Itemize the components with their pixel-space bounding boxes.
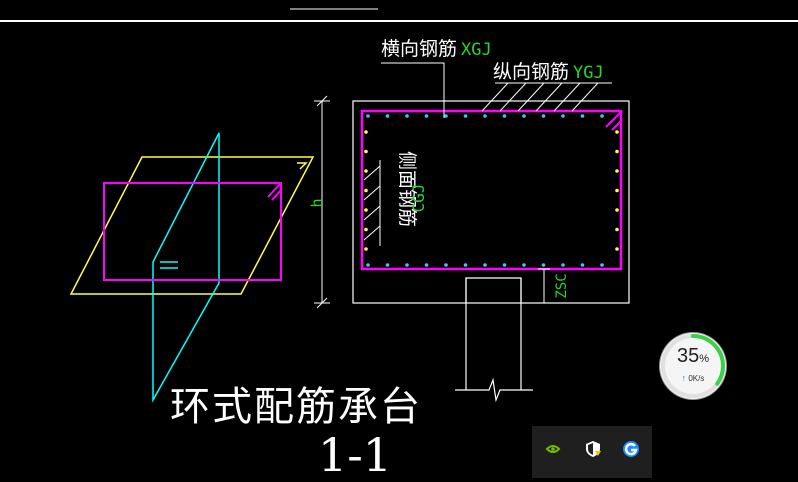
rebar-dot-bottom xyxy=(522,263,526,267)
rebar-dot-top xyxy=(366,114,370,118)
longitudinal-rebar-label: 纵向钢筋 YGJ xyxy=(493,61,604,83)
rebar-dot-right xyxy=(615,169,619,173)
rebar-dot-bottom xyxy=(463,263,468,267)
performance-widget[interactable]: 35% ↑ 0K/s xyxy=(660,333,726,399)
yellow-plane xyxy=(69,156,315,295)
upload-arrow-icon: ↑ xyxy=(681,373,687,383)
leader-longitudinal-ticks xyxy=(481,82,599,112)
isometric-sketch xyxy=(69,132,315,403)
rebar-dot-top xyxy=(483,114,487,118)
rebar-dot-left xyxy=(364,208,368,212)
rebar-dot-right xyxy=(615,247,619,251)
side-rebar-code: CGJ xyxy=(409,184,428,213)
rebar-dot-left xyxy=(364,169,368,173)
rebar-dot-top xyxy=(502,114,507,118)
rebar-dot-bottom xyxy=(561,263,565,267)
rebar-dot-top xyxy=(385,114,390,118)
security-shield-icon[interactable] xyxy=(580,436,606,462)
rebar-dot-bottom xyxy=(366,263,370,267)
rebar-dot-top xyxy=(405,114,409,118)
concrete-outline xyxy=(352,100,630,304)
rebar-dot-bottom xyxy=(580,263,585,267)
section-title: 1-1 xyxy=(318,428,393,482)
rebar-dot-top xyxy=(600,114,604,118)
rebar-dot-top xyxy=(522,114,526,118)
browser-icon[interactable] xyxy=(618,436,644,462)
rebar-dot-right xyxy=(615,188,619,193)
rebar-dot-bottom xyxy=(424,263,429,267)
cover-label: ZSC xyxy=(554,273,570,298)
rebar-dot-top xyxy=(580,114,585,118)
drawing-title: 环式配筋承台 xyxy=(170,384,422,430)
cyan-plane xyxy=(152,132,220,403)
height-label: h xyxy=(308,198,326,207)
rebar-dot-bottom xyxy=(385,263,390,267)
rebar-dot-left xyxy=(364,247,368,251)
network-rate: ↑ 0K/s xyxy=(681,373,705,383)
rebar-dot-bottom xyxy=(541,263,546,267)
rebar-dot-bottom xyxy=(483,263,487,267)
rebar-dot-bottom xyxy=(405,263,409,267)
pile-cap-section: h ZSC 横向钢筋 XGJ 纵向钢筋 YGJ 侧面钢筋 CGJ xyxy=(308,38,630,403)
rebar-dot-top xyxy=(463,114,468,118)
system-tray xyxy=(532,426,652,478)
transverse-rebar-label: 横向钢筋 XGJ xyxy=(381,38,492,60)
rebar-dot-left xyxy=(364,227,368,232)
rebar-dot-top xyxy=(561,114,565,118)
pile-outline xyxy=(465,277,522,303)
rebar-dot-bottom xyxy=(444,263,448,267)
rebar-dot-right xyxy=(615,130,619,134)
rebar-dot-top xyxy=(541,114,546,118)
rebar-dot-top xyxy=(444,114,448,118)
rebar-dot-left xyxy=(364,130,368,134)
magenta-section xyxy=(103,182,282,281)
rebar-dot-left xyxy=(364,188,368,193)
rebar-dot-right xyxy=(615,149,619,154)
rebar-dot-bottom xyxy=(600,263,604,267)
rebar-dot-bottom xyxy=(502,263,507,267)
rebar-dot-right xyxy=(615,227,619,232)
cpu-percent: 35% xyxy=(676,345,710,367)
rebar-dot-left xyxy=(364,149,368,154)
rebar-dot-top xyxy=(424,114,429,118)
nvidia-icon[interactable] xyxy=(540,436,566,462)
rebar-dot-right xyxy=(615,208,619,212)
